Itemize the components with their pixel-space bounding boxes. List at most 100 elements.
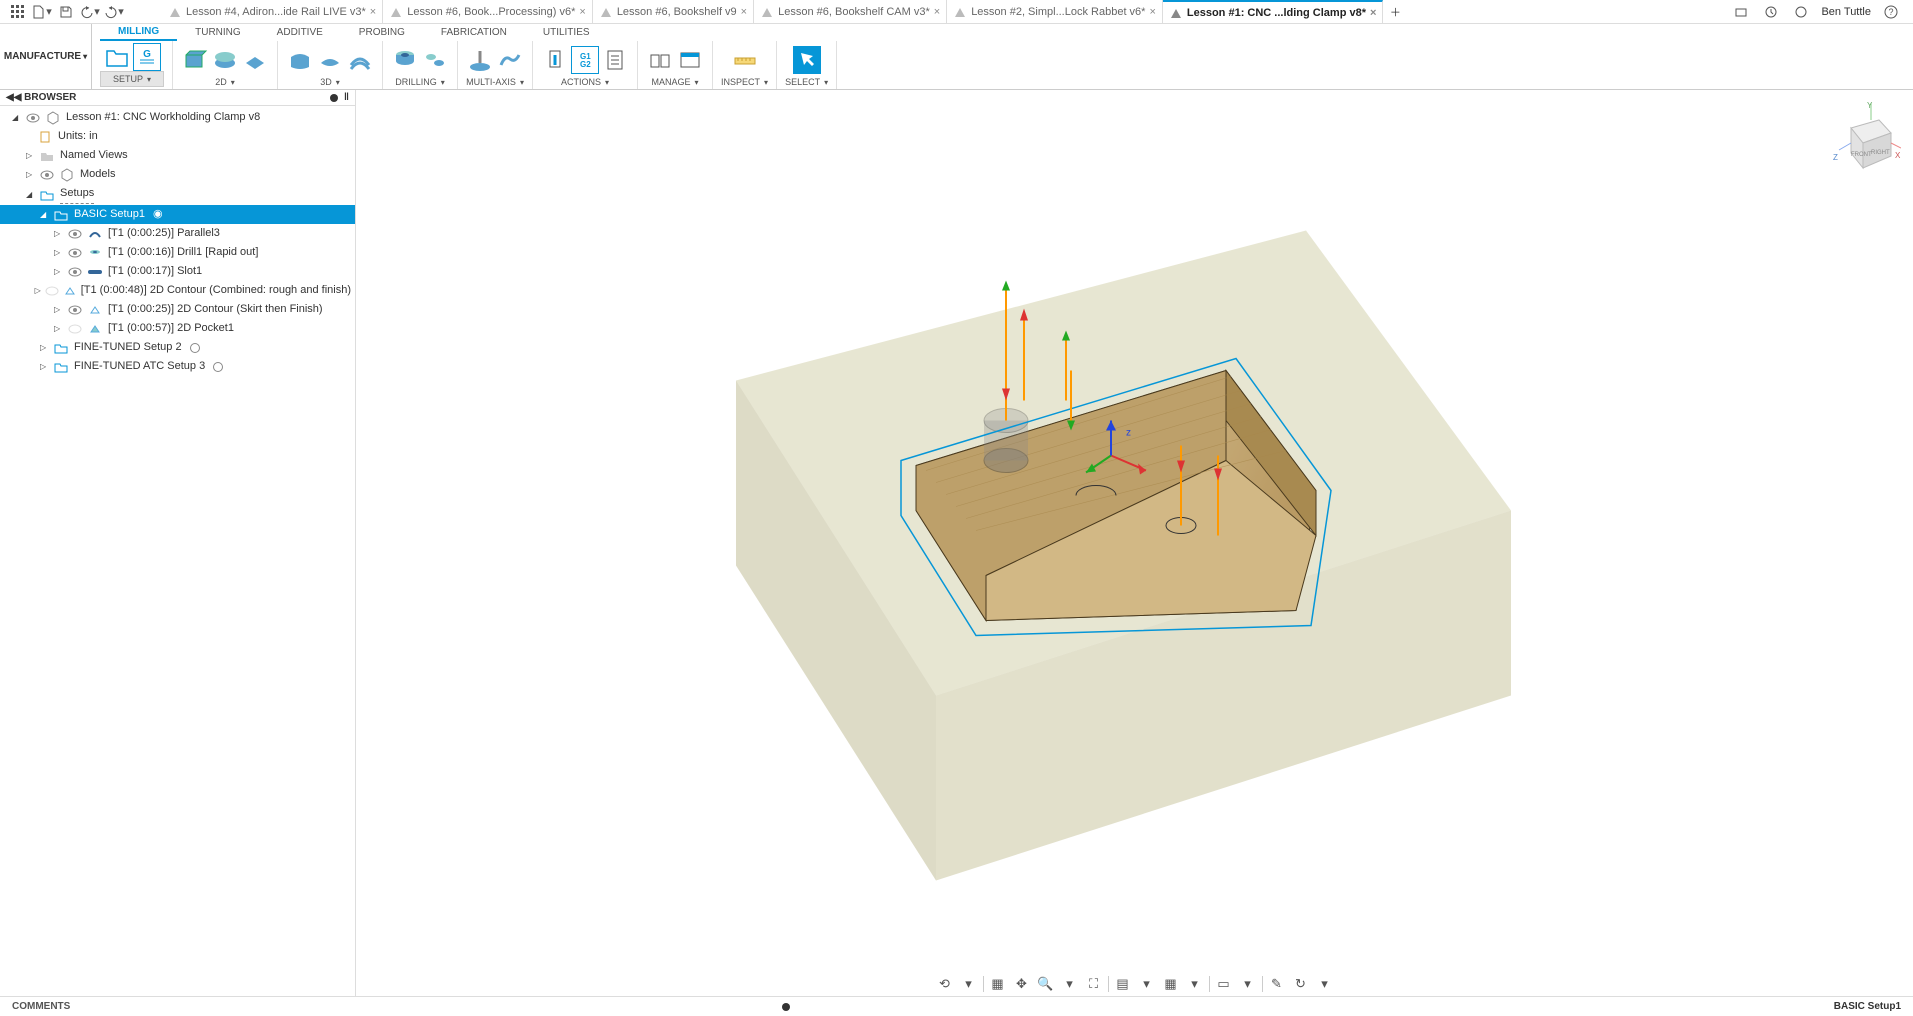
measure-icon[interactable] bbox=[731, 46, 759, 74]
close-icon[interactable]: × bbox=[370, 6, 376, 18]
group-label-setup[interactable]: SETUP bbox=[100, 71, 164, 87]
tree-finetuned-setup2[interactable]: ▷FINE-TUNED Setup 2 bbox=[0, 338, 355, 357]
chevron-right-icon[interactable]: ▷ bbox=[40, 339, 50, 356]
tree-finetuned-atc-setup3[interactable]: ▷FINE-TUNED ATC Setup 3 bbox=[0, 357, 355, 376]
3d-adaptive-icon[interactable] bbox=[286, 46, 314, 74]
2d-pocket-icon[interactable] bbox=[211, 46, 239, 74]
doc-tab-1[interactable]: Lesson #6, Book...Processing) v6*× bbox=[383, 0, 593, 23]
3d-viewport[interactable]: z Y FRONT RIGHT X Z bbox=[356, 90, 1913, 996]
zoom-icon[interactable]: 🔍 bbox=[1034, 974, 1058, 994]
visibility-icon[interactable] bbox=[68, 265, 84, 279]
tree-setups[interactable]: ◢ Setups bbox=[0, 184, 355, 205]
ribbon-tab-utilities[interactable]: UTILITIES bbox=[525, 24, 608, 41]
tree-models[interactable]: ▷ Models bbox=[0, 165, 355, 184]
app-grid-icon[interactable] bbox=[8, 2, 28, 22]
sync-icon[interactable]: ↻ bbox=[1289, 974, 1313, 994]
doc-tab-3[interactable]: Lesson #6, Bookshelf CAM v3*× bbox=[754, 0, 947, 23]
chevron-right-icon[interactable]: ▷ bbox=[26, 147, 36, 164]
drill-icon[interactable] bbox=[391, 46, 419, 74]
doc-tab-2[interactable]: Lesson #6, Bookshelf v9× bbox=[593, 0, 754, 23]
resize-handle[interactable]: ‖ bbox=[344, 92, 349, 103]
group-label-3d[interactable]: 3D bbox=[320, 77, 340, 87]
chevron-right-icon[interactable]: ▷ bbox=[54, 225, 64, 242]
close-icon[interactable]: × bbox=[1370, 7, 1376, 19]
generate-icon[interactable] bbox=[541, 46, 569, 74]
display-settings-icon[interactable]: ▤ bbox=[1111, 974, 1135, 994]
look-at-icon[interactable]: ▦ bbox=[986, 974, 1010, 994]
simulate-icon[interactable]: G1G2 bbox=[571, 46, 599, 74]
tree-op-slot[interactable]: ▷[T1 (0:00:17)] Slot1 bbox=[0, 262, 355, 281]
pan-icon[interactable]: ✥ bbox=[1010, 974, 1034, 994]
collapse-icon[interactable]: ◀◀ bbox=[6, 92, 21, 103]
tree-op-pocket[interactable]: ▷[T1 (0:00:57)] 2D Pocket1 bbox=[0, 319, 355, 338]
chevron-down-icon[interactable]: ◢ bbox=[40, 206, 50, 223]
orbit-dropdown[interactable]: ▾ bbox=[957, 974, 981, 994]
comments-dot-icon[interactable] bbox=[782, 1003, 790, 1011]
group-label-2d[interactable]: 2D bbox=[215, 77, 235, 87]
user-name[interactable]: Ben Tuttle bbox=[1821, 6, 1871, 18]
grid-dropdown[interactable]: ▾ bbox=[1183, 974, 1207, 994]
tree-basic-setup1[interactable]: ◢ BASIC Setup1 ◉ bbox=[0, 205, 355, 224]
chevron-right-icon[interactable]: ▷ bbox=[54, 320, 64, 337]
2d-adaptive-icon[interactable] bbox=[181, 46, 209, 74]
swarf-icon[interactable] bbox=[466, 46, 494, 74]
close-icon[interactable]: × bbox=[741, 6, 747, 18]
workspace-switcher[interactable]: MANUFACTURE bbox=[0, 24, 92, 89]
group-label-actions[interactable]: ACTIONS bbox=[561, 77, 609, 87]
activate-radio[interactable] bbox=[213, 362, 223, 372]
select-cursor-icon[interactable] bbox=[793, 46, 821, 74]
tree-op-contour1[interactable]: ▷[T1 (0:00:48)] 2D Contour (Combined: ro… bbox=[0, 281, 355, 300]
settings-dot-icon[interactable] bbox=[330, 94, 338, 102]
ribbon-tab-turning[interactable]: TURNING bbox=[177, 24, 259, 41]
setup-sheet-icon[interactable] bbox=[601, 46, 629, 74]
extensions-icon[interactable] bbox=[1731, 2, 1751, 22]
ribbon-tab-fabrication[interactable]: FABRICATION bbox=[423, 24, 525, 41]
group-label-select[interactable]: SELECT bbox=[785, 77, 828, 87]
tree-root[interactable]: ◢ Lesson #1: CNC Workholding Clamp v8 bbox=[0, 108, 355, 127]
tree-op-drill[interactable]: ▷[T1 (0:00:16)] Drill1 [Rapid out] bbox=[0, 243, 355, 262]
orbit-icon[interactable]: ⟲ bbox=[933, 974, 957, 994]
viewcube-right-label[interactable]: RIGHT bbox=[1871, 150, 1890, 156]
task-manager-icon[interactable] bbox=[676, 46, 704, 74]
file-menu-icon[interactable]: ▾ bbox=[32, 2, 52, 22]
view-cube[interactable]: Y FRONT RIGHT X Z bbox=[1831, 98, 1901, 188]
multiaxis-contour-icon[interactable] bbox=[496, 46, 524, 74]
fit-icon[interactable]: ⛶ bbox=[1082, 974, 1106, 994]
save-icon[interactable] bbox=[56, 2, 76, 22]
chevron-right-icon[interactable]: ▷ bbox=[54, 301, 64, 318]
3d-horizontal-icon[interactable] bbox=[316, 46, 344, 74]
chevron-right-icon[interactable]: ▷ bbox=[40, 358, 50, 375]
2d-face-icon[interactable] bbox=[241, 46, 269, 74]
group-label-inspect[interactable]: INSPECT bbox=[721, 77, 768, 87]
visibility-off-icon[interactable] bbox=[45, 284, 59, 298]
chevron-right-icon[interactable]: ▷ bbox=[26, 166, 36, 183]
visibility-icon[interactable] bbox=[26, 111, 42, 125]
ribbon-tab-probing[interactable]: PROBING bbox=[341, 24, 423, 41]
tree-units[interactable]: Units: in bbox=[0, 127, 355, 146]
visibility-icon[interactable] bbox=[40, 168, 56, 182]
grid-settings-icon[interactable]: ▦ bbox=[1159, 974, 1183, 994]
activate-radio[interactable] bbox=[190, 343, 200, 353]
nc-program-icon[interactable]: G bbox=[133, 43, 161, 71]
visibility-icon[interactable] bbox=[68, 227, 84, 241]
chevron-right-icon[interactable]: ▷ bbox=[54, 244, 64, 261]
chevron-right-icon[interactable]: ▷ bbox=[54, 263, 64, 280]
setup-folder-icon[interactable] bbox=[103, 43, 131, 71]
3d-parallel-icon[interactable] bbox=[346, 46, 374, 74]
tree-named-views[interactable]: ▷ Named Views bbox=[0, 146, 355, 165]
close-icon[interactable]: × bbox=[579, 6, 585, 18]
help-icon[interactable]: ? bbox=[1881, 2, 1901, 22]
ribbon-tab-additive[interactable]: ADDITIVE bbox=[259, 24, 341, 41]
notification-icon[interactable] bbox=[1791, 2, 1811, 22]
hole-recognition-icon[interactable] bbox=[421, 46, 449, 74]
tree-op-parallel[interactable]: ▷[T1 (0:00:25)] Parallel3 bbox=[0, 224, 355, 243]
doc-tab-5[interactable]: Lesson #1: CNC ...lding Clamp v8*× bbox=[1163, 0, 1384, 23]
doc-tab-4[interactable]: Lesson #2, Simpl...Lock Rabbet v6*× bbox=[947, 0, 1163, 23]
close-icon[interactable]: × bbox=[1149, 6, 1155, 18]
chevron-down-icon[interactable]: ◢ bbox=[26, 186, 36, 203]
comments-toggle[interactable]: COMMENTS bbox=[0, 1001, 82, 1012]
browser-header[interactable]: ◀◀ BROWSER ‖ bbox=[0, 90, 355, 106]
group-label-multiaxis[interactable]: MULTI-AXIS bbox=[466, 77, 524, 87]
visibility-icon[interactable] bbox=[68, 303, 84, 317]
visibility-off-icon[interactable] bbox=[68, 322, 84, 336]
